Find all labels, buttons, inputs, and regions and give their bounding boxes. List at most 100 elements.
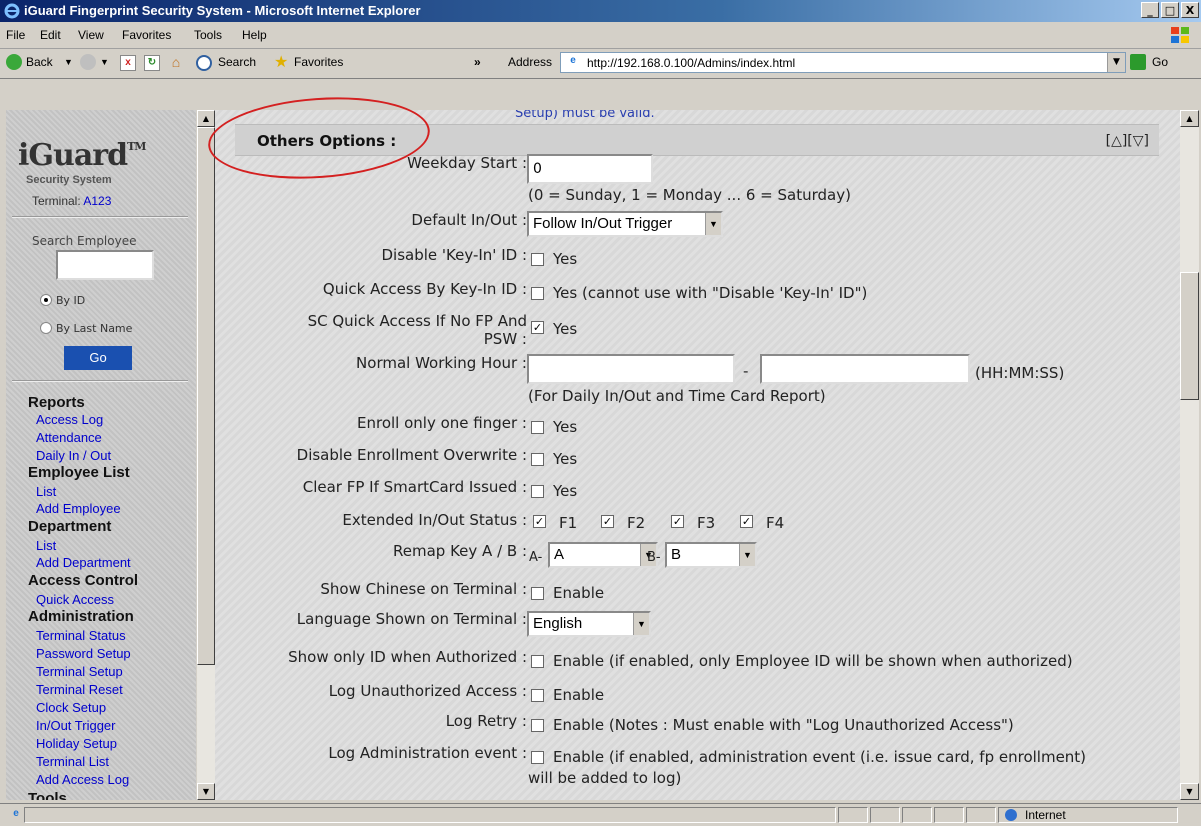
back-dropdown-icon[interactable]: ▼ bbox=[64, 57, 73, 67]
menu-help[interactable]: Help bbox=[242, 28, 267, 42]
address-label: Address bbox=[508, 55, 553, 69]
back-arrow-icon[interactable] bbox=[6, 54, 22, 70]
working-hour-hint: (For Daily In/Out and Time Card Report) bbox=[528, 387, 826, 405]
radio-by-last-name[interactable] bbox=[40, 322, 52, 334]
nav-quick-access[interactable]: Quick Access bbox=[36, 592, 114, 607]
language-select[interactable]: English ▼ bbox=[527, 611, 651, 637]
menu-file[interactable]: File bbox=[6, 28, 25, 42]
working-hour-separator: - bbox=[743, 362, 749, 380]
show-only-id-checkbox[interactable] bbox=[531, 655, 544, 668]
log-admin-checkbox[interactable] bbox=[531, 751, 544, 764]
nav-terminal-list[interactable]: Terminal List bbox=[36, 754, 109, 769]
sc-quick-access-checkbox[interactable]: ✓ bbox=[531, 321, 544, 334]
nav-add-department[interactable]: Add Department bbox=[36, 555, 131, 570]
enroll-one-finger-option: Yes bbox=[553, 418, 578, 436]
stop-icon[interactable]: x bbox=[120, 55, 136, 71]
disable-enroll-overwrite-checkbox[interactable] bbox=[531, 453, 544, 466]
radio-by-id[interactable] bbox=[40, 294, 52, 306]
nav-add-access-log[interactable]: Add Access Log bbox=[36, 772, 129, 787]
log-admin-option-cont: will be added to log) bbox=[528, 769, 682, 787]
disable-keyin-checkbox[interactable] bbox=[531, 253, 544, 266]
nav-heading-reports: Reports bbox=[28, 394, 85, 411]
nav-terminal-setup[interactable]: Terminal Setup bbox=[36, 664, 123, 679]
favorites-button[interactable]: Favorites bbox=[294, 55, 343, 69]
page-status-icon: e bbox=[13, 808, 19, 819]
forward-arrow-icon[interactable] bbox=[80, 54, 96, 70]
search-icon[interactable] bbox=[196, 55, 212, 71]
minimize-button[interactable]: _ bbox=[1141, 2, 1159, 18]
extended-f4-checkbox[interactable]: ✓ bbox=[740, 515, 753, 528]
sidebar-scrollbar[interactable]: ▲ ▼ bbox=[197, 110, 215, 800]
close-button[interactable]: X bbox=[1181, 2, 1199, 18]
back-button[interactable]: Back bbox=[26, 55, 53, 69]
remap-b-select[interactable]: B ▼ bbox=[665, 542, 757, 568]
home-icon[interactable]: ⌂ bbox=[168, 55, 184, 71]
nav-in-out-trigger[interactable]: In/Out Trigger bbox=[36, 718, 115, 733]
sidebar-scroll-down-icon[interactable]: ▼ bbox=[197, 783, 215, 800]
search-employee-input[interactable] bbox=[56, 250, 154, 280]
nav-add-employee[interactable]: Add Employee bbox=[36, 501, 121, 516]
address-url: http://192.168.0.100/Admins/index.html bbox=[587, 56, 796, 70]
menu-view[interactable]: View bbox=[78, 28, 104, 42]
working-hour-start-input[interactable] bbox=[527, 354, 735, 384]
go-arrow-icon[interactable] bbox=[1130, 54, 1146, 70]
show-chinese-checkbox[interactable] bbox=[531, 587, 544, 600]
main-content: Setup) must be valid. Others Options : [… bbox=[215, 110, 1180, 800]
extended-f1-label: F1 bbox=[559, 514, 578, 532]
nav-department-list[interactable]: List bbox=[36, 538, 56, 553]
dropdown-arrow-icon: ▼ bbox=[705, 213, 721, 235]
refresh-icon[interactable]: ↻ bbox=[144, 55, 160, 71]
nav-daily-in-out[interactable]: Daily In / Out bbox=[36, 448, 111, 463]
address-dropdown-icon[interactable]: ▼ bbox=[1107, 53, 1125, 72]
extended-f3-checkbox[interactable]: ✓ bbox=[671, 515, 684, 528]
clear-fp-checkbox[interactable] bbox=[531, 485, 544, 498]
show-chinese-label: Show Chinese on Terminal : bbox=[320, 580, 527, 598]
search-button[interactable]: Search bbox=[218, 55, 256, 69]
log-retry-label: Log Retry : bbox=[445, 712, 527, 730]
sidebar-scroll-up-icon[interactable]: ▲ bbox=[197, 110, 215, 127]
nav-attendance[interactable]: Attendance bbox=[36, 430, 102, 445]
menu-edit[interactable]: Edit bbox=[40, 28, 61, 42]
extended-f2-checkbox[interactable]: ✓ bbox=[601, 515, 614, 528]
section-header: Others Options : [△][▽] bbox=[235, 124, 1159, 156]
sidebar-scroll-thumb[interactable] bbox=[197, 127, 215, 665]
log-unauth-checkbox[interactable] bbox=[531, 689, 544, 702]
status-pane bbox=[838, 807, 868, 823]
main-scroll-thumb[interactable] bbox=[1180, 272, 1199, 400]
menu-tools[interactable]: Tools bbox=[194, 28, 222, 42]
radio-by-id-label: By ID bbox=[56, 294, 86, 307]
nav-terminal-status[interactable]: Terminal Status bbox=[36, 628, 126, 643]
menu-favorites[interactable]: Favorites bbox=[122, 28, 171, 42]
nav-employee-list[interactable]: List bbox=[36, 484, 56, 499]
terminal-link[interactable]: A123 bbox=[83, 194, 111, 208]
nav-holiday-setup[interactable]: Holiday Setup bbox=[36, 736, 117, 751]
nav-access-log[interactable]: Access Log bbox=[36, 412, 103, 427]
nav-password-setup[interactable]: Password Setup bbox=[36, 646, 131, 661]
main-scrollbar[interactable]: ▲ ▼ bbox=[1180, 110, 1199, 800]
disable-enroll-overwrite-option: Yes bbox=[553, 450, 578, 468]
working-hour-end-input[interactable] bbox=[760, 354, 970, 384]
nav-terminal-reset[interactable]: Terminal Reset bbox=[36, 682, 123, 697]
address-bar[interactable]: e http://192.168.0.100/Admins/index.html… bbox=[560, 52, 1126, 73]
forward-dropdown-icon[interactable]: ▼ bbox=[100, 57, 109, 67]
remap-a-select[interactable]: A ▼ bbox=[548, 542, 658, 568]
default-inout-select[interactable]: Follow In/Out Trigger ▼ bbox=[527, 211, 723, 237]
nav-clock-setup[interactable]: Clock Setup bbox=[36, 700, 106, 715]
go-button[interactable]: Go bbox=[1152, 55, 1168, 69]
maximize-button[interactable]: □ bbox=[1161, 2, 1179, 18]
section-collapse-arrows[interactable]: [△][▽] bbox=[1106, 133, 1149, 149]
enroll-one-finger-checkbox[interactable] bbox=[531, 421, 544, 434]
nav-heading-tools: Tools bbox=[28, 790, 67, 800]
main-scroll-down-icon[interactable]: ▼ bbox=[1180, 783, 1199, 800]
log-admin-label: Log Administration event : bbox=[328, 744, 527, 762]
log-retry-checkbox[interactable] bbox=[531, 719, 544, 732]
favorites-star-icon[interactable]: ★ bbox=[274, 52, 288, 72]
status-pane bbox=[934, 807, 964, 823]
weekday-start-input[interactable] bbox=[527, 154, 653, 184]
main-scroll-up-icon[interactable]: ▲ bbox=[1180, 110, 1199, 127]
toolbar-chevron[interactable]: » bbox=[474, 55, 481, 69]
quick-access-keyin-checkbox[interactable] bbox=[531, 287, 544, 300]
extended-f1-checkbox[interactable]: ✓ bbox=[533, 515, 546, 528]
search-go-button[interactable]: Go bbox=[64, 346, 132, 370]
status-bar: e Internet bbox=[0, 803, 1201, 826]
